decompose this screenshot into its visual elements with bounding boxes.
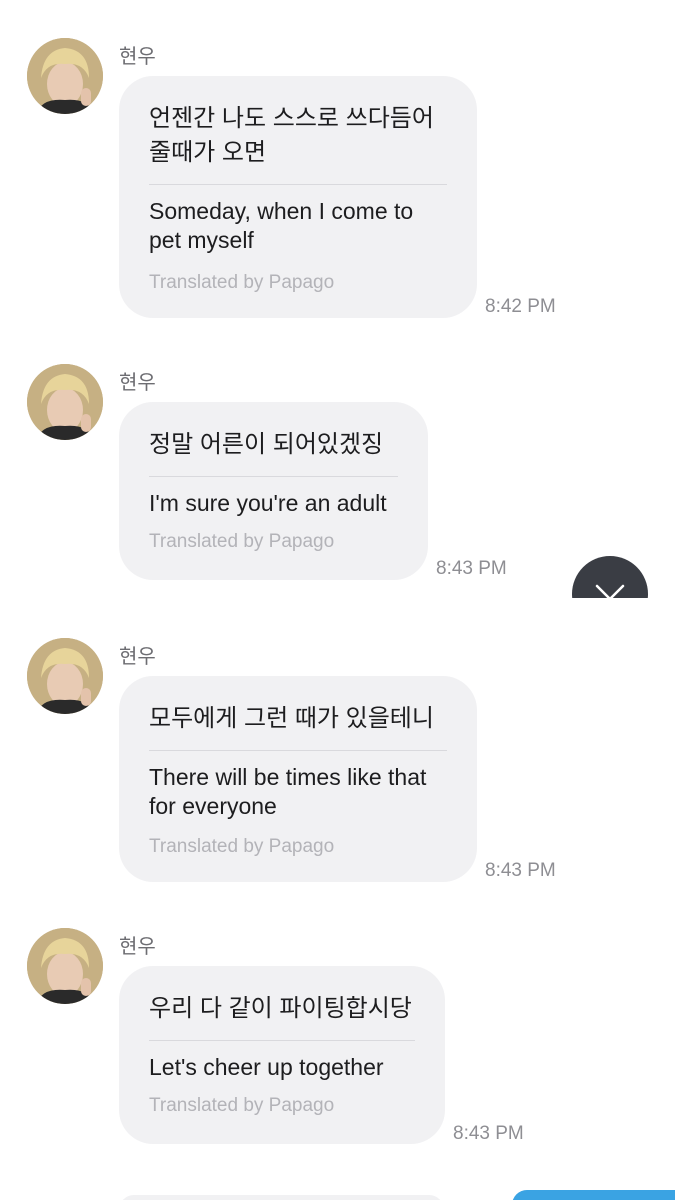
message-bubble[interactable]: 모두에게 그런 때가 있을테니 There will be times like… [119, 676, 477, 882]
avatar-photo [27, 638, 103, 714]
divider [149, 476, 398, 477]
message-time: 8:43 PM [453, 1123, 524, 1144]
original-text: 우리 다 같이 파이팅합시당 [149, 995, 412, 1022]
close-button[interactable] [572, 556, 648, 598]
message-bubble[interactable]: 언젠간 나도 스스로 쓰다듬어 줄때가 오면 Someday, when I c… [119, 76, 477, 318]
divider [149, 184, 447, 185]
avatar[interactable] [27, 364, 103, 440]
sender-name: 현우 [119, 46, 156, 68]
translated-by-label: Translated by Papago [149, 531, 335, 552]
translated-text: Someday, when I come to pet myself [149, 198, 414, 253]
sender-name: 현우 [119, 646, 156, 668]
message-bubble[interactable]: 정말 어른이 되어있겠징 I'm sure you're an adult Tr… [119, 402, 428, 580]
translated-text: Let's cheer up together [149, 1054, 384, 1080]
fab-clip [560, 540, 675, 598]
partial-message-bubble[interactable] [119, 1195, 444, 1200]
avatar-photo [27, 364, 103, 440]
translated-by-label: Translated by Papago [149, 836, 335, 857]
translated-text: I'm sure you're an adult [149, 490, 387, 516]
avatar[interactable] [27, 38, 103, 114]
translated-by-label: Translated by Papago [149, 1095, 335, 1116]
avatar[interactable] [27, 928, 103, 1004]
translated-text: There will be times like that for everyo… [149, 764, 427, 819]
sender-name: 현우 [119, 936, 156, 958]
chat-screen: 현우 언젠간 나도 스스로 쓰다듬어 줄때가 오면 Someday, when … [0, 0, 675, 1200]
close-icon [595, 584, 625, 598]
divider [149, 750, 447, 751]
translated-by-label: Translated by Papago [149, 272, 335, 293]
message-time: 8:42 PM [485, 296, 556, 317]
original-text: 정말 어른이 되어있겠징 [149, 431, 384, 458]
avatar-photo [27, 38, 103, 114]
partial-sent-bubble[interactable] [512, 1190, 675, 1200]
message-bubble[interactable]: 우리 다 같이 파이팅합시당 Let's cheer up together T… [119, 966, 445, 1144]
original-text: 모두에게 그런 때가 있을테니 [149, 705, 434, 732]
avatar-photo [27, 928, 103, 1004]
sender-name: 현우 [119, 372, 156, 394]
message-time: 8:43 PM [485, 860, 556, 881]
message-time: 8:43 PM [436, 558, 507, 579]
original-text: 언젠간 나도 스스로 쓰다듬어 줄때가 오면 [149, 105, 434, 166]
avatar[interactable] [27, 638, 103, 714]
divider [149, 1040, 415, 1041]
